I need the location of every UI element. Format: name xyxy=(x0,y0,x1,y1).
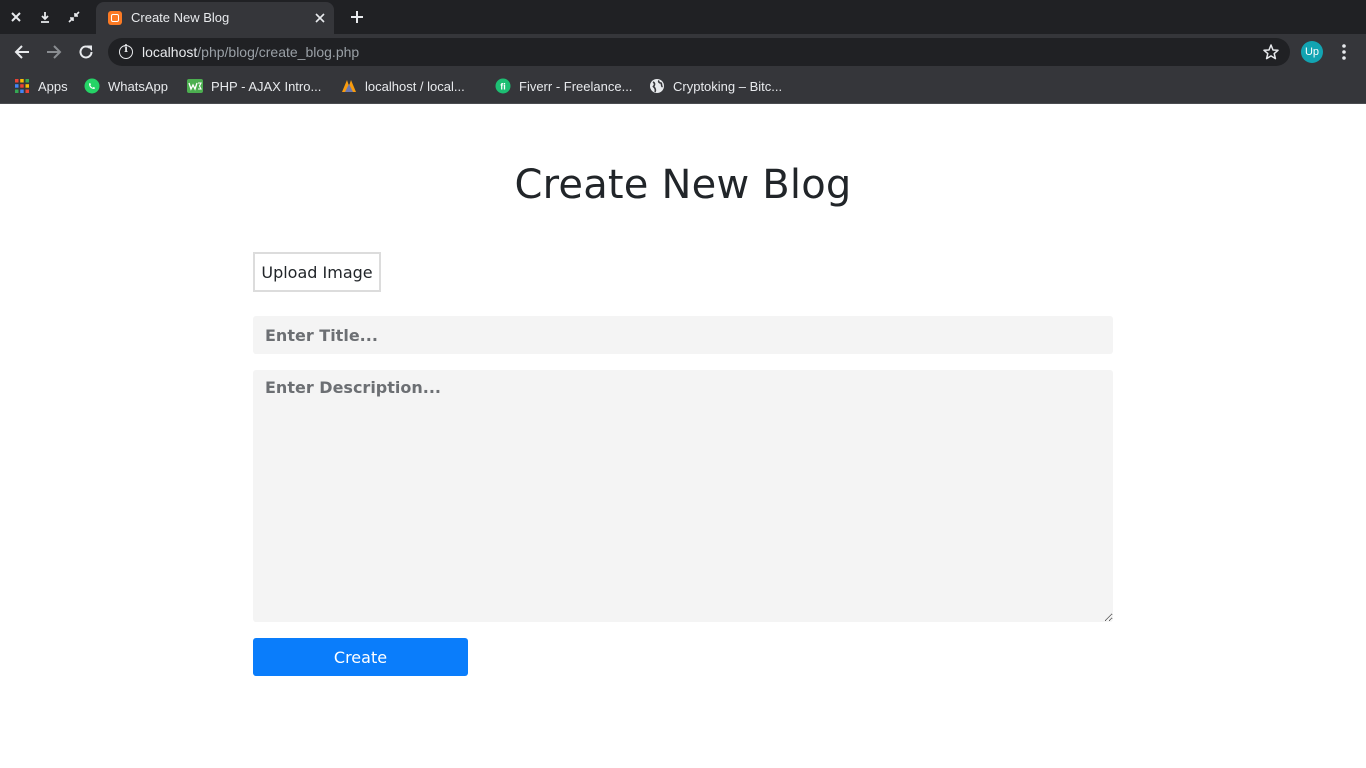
site-info-icon[interactable] xyxy=(119,44,133,59)
w3schools-icon xyxy=(187,79,203,93)
close-window-icon[interactable] xyxy=(5,6,27,28)
bookmark-fiverr[interactable]: fi Fiverr - Freelance... xyxy=(495,77,632,95)
bookmark-label: Cryptoking – Bitc... xyxy=(673,78,783,94)
back-arrow-icon[interactable] xyxy=(10,40,34,64)
bookmark-label: Fiverr - Freelance... xyxy=(519,78,633,94)
address-bar[interactable]: localhost/php/blog/create_blog.php xyxy=(108,38,1290,66)
tab-create-new-blog[interactable]: Create New Blog xyxy=(96,2,334,34)
xampp-favicon-icon xyxy=(108,11,122,25)
page-title: Create New Blog xyxy=(514,162,852,208)
tab-title: Create New Blog xyxy=(131,10,230,25)
bookmark-label: WhatsApp xyxy=(108,78,168,94)
browser-toolbar: localhost/php/blog/create_blog.php Up xyxy=(0,34,1366,70)
browser-menu-icon[interactable] xyxy=(1336,41,1352,63)
minimize-window-icon[interactable] xyxy=(34,6,56,28)
profile-avatar[interactable]: Up xyxy=(1301,41,1323,63)
address-url[interactable]: localhost/php/blog/create_blog.php xyxy=(142,44,359,60)
globe-icon xyxy=(650,79,664,93)
restore-window-icon[interactable] xyxy=(63,6,85,28)
browser-tab-strip: Create New Blog xyxy=(0,0,1366,34)
whatsapp-icon xyxy=(84,78,100,94)
svg-text:fi: fi xyxy=(500,82,506,92)
upload-image-button[interactable]: Upload Image xyxy=(253,252,381,292)
apps-grid-icon xyxy=(15,79,29,93)
bookmark-whatsapp[interactable]: WhatsApp xyxy=(84,77,168,95)
bookmark-star-icon[interactable] xyxy=(1262,43,1280,61)
bookmark-php-ajax[interactable]: PHP - AJAX Intro... xyxy=(187,77,321,95)
phpmyadmin-icon xyxy=(342,80,356,92)
description-textarea[interactable] xyxy=(253,370,1113,622)
bookmark-label: Apps xyxy=(38,78,68,94)
title-input[interactable] xyxy=(253,316,1113,354)
bookmark-label: PHP - AJAX Intro... xyxy=(211,78,322,94)
bookmark-cryptoking[interactable]: Cryptoking – Bitc... xyxy=(649,77,782,95)
fiverr-icon: fi xyxy=(495,78,511,94)
bookmark-label: localhost / local... xyxy=(365,78,465,94)
tab-close-icon[interactable] xyxy=(312,10,328,26)
create-button[interactable]: Create xyxy=(253,638,468,676)
new-tab-plus-icon[interactable] xyxy=(346,6,368,28)
forward-arrow-icon[interactable] xyxy=(42,40,66,64)
bookmark-apps[interactable]: Apps xyxy=(14,77,68,95)
bookmarks-bar: Apps WhatsApp PHP - AJAX Intro... localh… xyxy=(0,70,1366,104)
reload-icon[interactable] xyxy=(74,40,98,64)
bookmark-phpmyadmin[interactable]: localhost / local... xyxy=(341,77,465,95)
page-content: Create New Blog Upload Image Create xyxy=(0,104,1366,768)
